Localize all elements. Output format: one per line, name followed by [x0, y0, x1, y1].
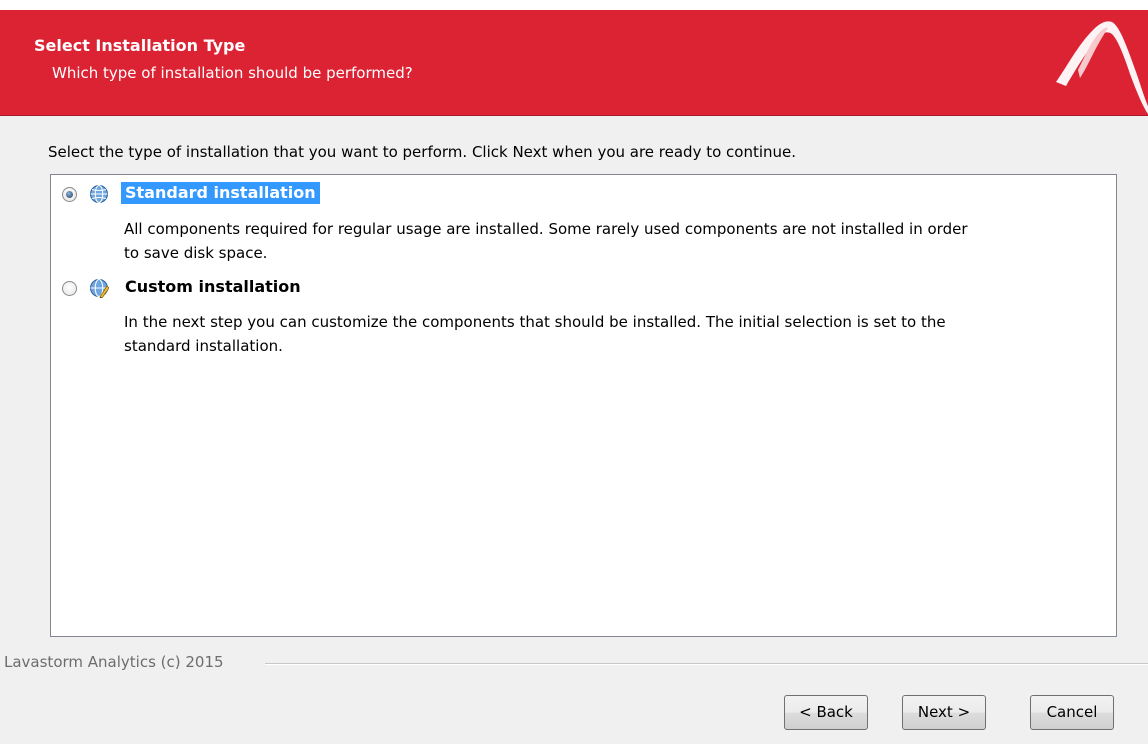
standard-description-line-1: All components required for regular usag… — [124, 220, 968, 238]
standard-description-line-2: to save disk space. — [124, 244, 268, 262]
standard-installation-label[interactable]: Standard installation — [121, 182, 320, 204]
lavastorm-logo-icon — [1056, 21, 1148, 114]
custom-installation-label[interactable]: Custom installation — [121, 276, 305, 298]
page-subtitle: Which type of installation should be per… — [52, 64, 413, 82]
installation-type-list[interactable]: Standard installation All components req… — [50, 174, 1117, 637]
page-title: Select Installation Type — [34, 36, 246, 55]
standard-radio-button[interactable] — [62, 187, 77, 202]
custom-description-line-2: standard installation. — [124, 337, 283, 355]
next-button[interactable]: Next > — [902, 695, 986, 730]
custom-installation-description: In the next step you can customize the c… — [124, 310, 1094, 358]
instruction-text: Select the type of installation that you… — [48, 143, 797, 161]
globe-pencil-icon — [90, 279, 109, 298]
custom-description-line-1: In the next step you can customize the c… — [124, 313, 946, 331]
standard-installation-description: All components required for regular usag… — [124, 217, 1094, 265]
wizard-header: Select Installation Type Which type of i… — [0, 0, 1148, 116]
copyright-text: Lavastorm Analytics (c) 2015 — [4, 653, 224, 671]
header-top-strip — [0, 0, 1148, 10]
back-button[interactable]: < Back — [784, 695, 868, 730]
custom-radio-button[interactable] — [62, 281, 77, 296]
globe-icon — [90, 185, 108, 203]
footer-divider — [265, 663, 1148, 665]
cancel-button[interactable]: Cancel — [1030, 695, 1114, 730]
